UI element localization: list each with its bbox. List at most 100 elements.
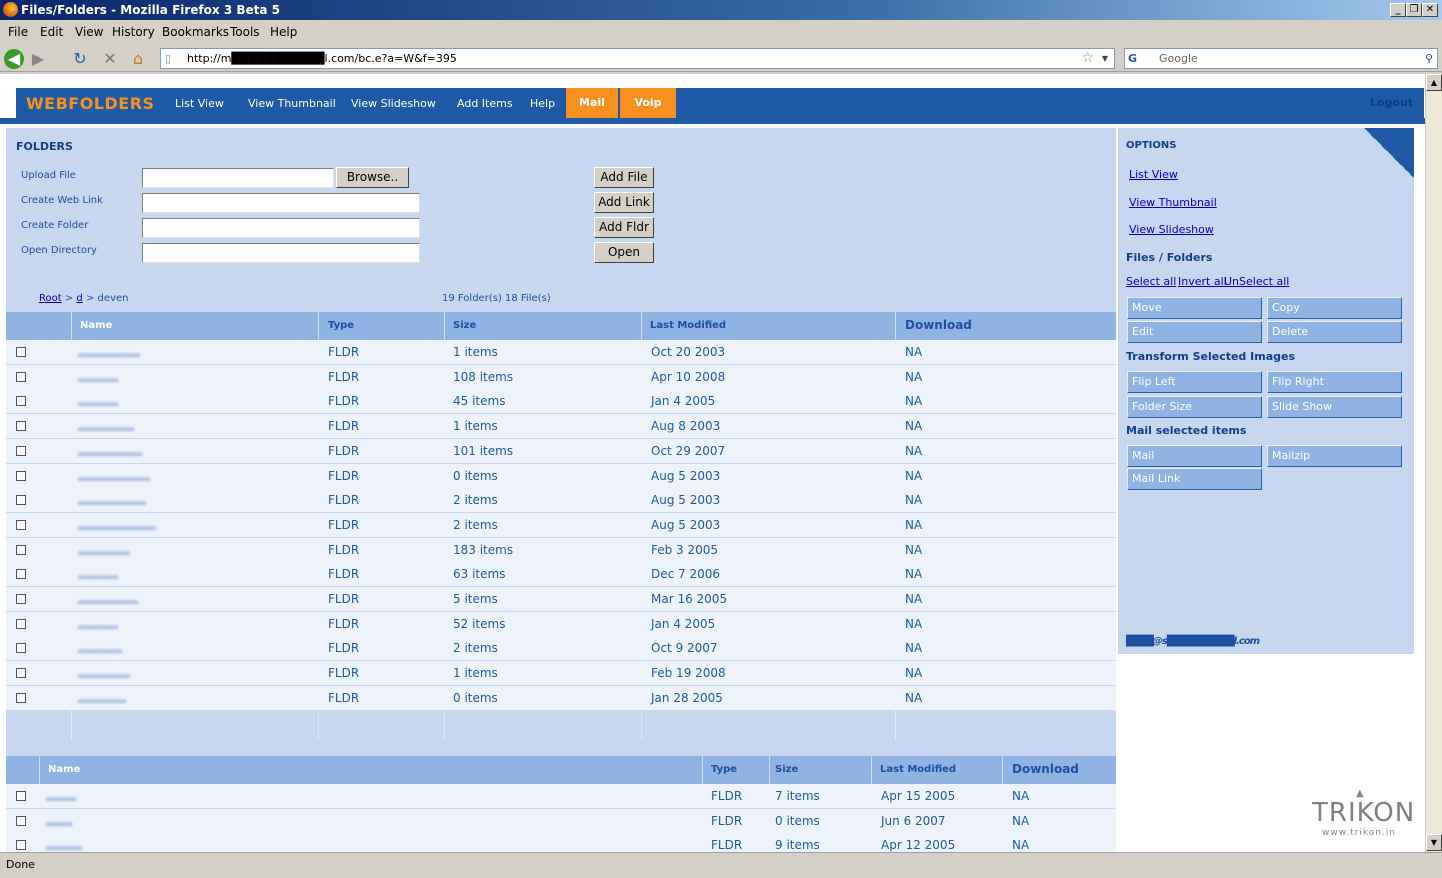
delete-button[interactable]: Delete <box>1267 321 1402 343</box>
folder-name-link[interactable] <box>78 550 130 555</box>
table-row[interactable]: FLDR 2 items Aug 5 2003 NA <box>6 488 1116 514</box>
col-download[interactable]: Download <box>905 318 972 332</box>
row-checkbox[interactable] <box>16 815 26 826</box>
col-name[interactable]: Name <box>80 320 112 331</box>
folder-name-link[interactable] <box>78 649 122 654</box>
move-button[interactable]: Move <box>1127 297 1262 319</box>
folder-name-link[interactable] <box>78 674 130 679</box>
row-checkbox[interactable] <box>16 840 26 851</box>
menu-view[interactable]: View <box>75 25 103 39</box>
scroll-up-arrow[interactable]: ▲ <box>1426 74 1442 91</box>
table-row[interactable]: FLDR 2 items Oct 9 2007 NA <box>6 636 1116 662</box>
folder-name-link[interactable] <box>78 698 126 703</box>
nav-view-thumbnail[interactable]: View Thumbnail <box>248 97 336 110</box>
menu-bookmarks[interactable]: Bookmarks <box>162 25 229 39</box>
row-checkbox[interactable] <box>16 396 26 407</box>
folder-name-link[interactable] <box>78 377 118 382</box>
nav-mail[interactable]: Mail <box>566 88 618 118</box>
folder-name-link[interactable] <box>78 427 134 432</box>
reload-icon[interactable]: ↻ <box>70 49 90 69</box>
folder-name-link[interactable] <box>46 797 76 801</box>
edit-button[interactable]: Edit <box>1127 321 1262 343</box>
row-checkbox[interactable] <box>16 495 26 506</box>
folder-name-link[interactable] <box>78 575 118 580</box>
col-name[interactable]: Name <box>48 764 80 775</box>
col-size[interactable]: Size <box>775 764 798 775</box>
table-row[interactable]: FLDR 0 items Jun 6 2007 NA <box>6 808 1116 834</box>
table-row[interactable]: FLDR 0 items Jan 28 2005 NA <box>6 685 1116 711</box>
vertical-scrollbar[interactable]: ▲ ▼ <box>1425 74 1442 852</box>
folder-name-link[interactable] <box>78 402 118 407</box>
table-row[interactable]: FLDR 183 items Feb 3 2005 NA <box>6 537 1116 563</box>
folder-name-link[interactable] <box>46 846 82 851</box>
breadcrumb-d[interactable]: d <box>76 293 82 304</box>
folder-name-link[interactable] <box>78 353 140 357</box>
minimize-button[interactable]: _ <box>1390 3 1406 17</box>
copy-button[interactable]: Copy <box>1267 297 1402 319</box>
row-checkbox[interactable] <box>16 618 26 629</box>
invert-all-link[interactable]: Invert all <box>1178 275 1227 288</box>
search-box[interactable]: G Google ⚲ <box>1124 48 1438 69</box>
create-folder-input[interactable] <box>142 218 420 238</box>
row-checkbox[interactable] <box>16 692 26 703</box>
mailzip-button[interactable]: Mailzip <box>1267 445 1402 467</box>
col-last-modified[interactable]: Last Modified <box>650 320 726 331</box>
col-last-modified[interactable]: Last Modified <box>880 764 956 775</box>
menu-help[interactable]: Help <box>270 25 297 39</box>
row-checkbox[interactable] <box>16 791 26 801</box>
folder-size-button[interactable]: Folder Size <box>1127 396 1262 418</box>
table-row[interactable]: FLDR 108 items Apr 10 2008 NA <box>6 364 1116 390</box>
bookmark-star-icon[interactable]: ☆ <box>1081 49 1094 68</box>
close-button[interactable]: ✕ <box>1422 3 1438 17</box>
folder-name-link[interactable] <box>78 600 138 604</box>
row-checkbox[interactable] <box>16 594 26 604</box>
row-checkbox[interactable] <box>16 643 26 654</box>
mail-button[interactable]: Mail <box>1127 445 1262 467</box>
flip-left-button[interactable]: Flip Left <box>1127 371 1262 393</box>
upload-file-input[interactable] <box>142 168 334 188</box>
browse-button[interactable]: Browse.. <box>336 167 409 188</box>
row-checkbox[interactable] <box>16 519 26 530</box>
table-row[interactable]: FLDR 1 items Feb 19 2008 NA <box>6 661 1116 687</box>
menu-file[interactable]: File <box>8 25 28 39</box>
table-row[interactable]: FLDR 5 items Mar 16 2005 NA <box>6 587 1116 612</box>
folder-name-link[interactable] <box>78 476 150 481</box>
table-row[interactable]: FLDR 7 items Apr 15 2005 NA <box>6 784 1116 809</box>
table-row[interactable]: FLDR 1 items Aug 8 2003 NA <box>6 414 1116 440</box>
row-checkbox[interactable] <box>16 445 26 456</box>
table-row[interactable]: FLDR 2 items Aug 5 2003 NA <box>6 512 1116 538</box>
home-icon[interactable]: ⌂ <box>128 49 148 69</box>
table-row[interactable]: FLDR 63 items Dec 7 2006 NA <box>6 562 1116 588</box>
maximize-button[interactable]: ❐ <box>1406 3 1422 17</box>
row-checkbox[interactable] <box>16 668 26 679</box>
nav-add-items[interactable]: Add Items <box>457 97 513 110</box>
slide-show-button[interactable]: Slide Show <box>1267 396 1402 418</box>
search-icon[interactable]: ⚲ <box>1425 49 1433 68</box>
row-checkbox[interactable] <box>16 569 26 580</box>
row-checkbox[interactable] <box>16 421 26 432</box>
back-icon[interactable]: ◀ <box>4 49 24 69</box>
add-folder-button[interactable]: Add Fldr <box>594 217 654 238</box>
folder-name-link[interactable] <box>78 525 156 530</box>
row-checkbox[interactable] <box>16 371 26 382</box>
menu-tools[interactable]: Tools <box>230 25 260 39</box>
folder-name-link[interactable] <box>46 821 72 826</box>
col-type[interactable]: Type <box>328 320 354 331</box>
open-directory-input[interactable] <box>142 243 420 263</box>
col-type[interactable]: Type <box>711 764 737 775</box>
folder-name-link[interactable] <box>78 624 118 629</box>
nav-view-slideshow[interactable]: View Slideshow <box>351 97 436 110</box>
scroll-down-arrow[interactable]: ▼ <box>1426 834 1442 851</box>
table-row[interactable]: FLDR 101 items Oct 29 2007 NA <box>6 438 1116 464</box>
row-checkbox[interactable] <box>16 347 26 357</box>
mail-link-button[interactable]: Mail Link <box>1127 468 1262 490</box>
col-download[interactable]: Download <box>1012 762 1079 776</box>
nav-voip[interactable]: Voip <box>620 88 676 118</box>
table-row[interactable]: FLDR 52 items Jan 4 2005 NA <box>6 611 1116 637</box>
col-size[interactable]: Size <box>453 320 476 331</box>
breadcrumb-root[interactable]: Root <box>39 293 62 304</box>
table-row[interactable]: FLDR 1 items Oct 20 2003 NA <box>6 340 1116 365</box>
nav-help[interactable]: Help <box>530 97 555 110</box>
row-checkbox[interactable] <box>16 470 26 481</box>
option-view-slideshow[interactable]: View Slideshow <box>1129 223 1214 236</box>
